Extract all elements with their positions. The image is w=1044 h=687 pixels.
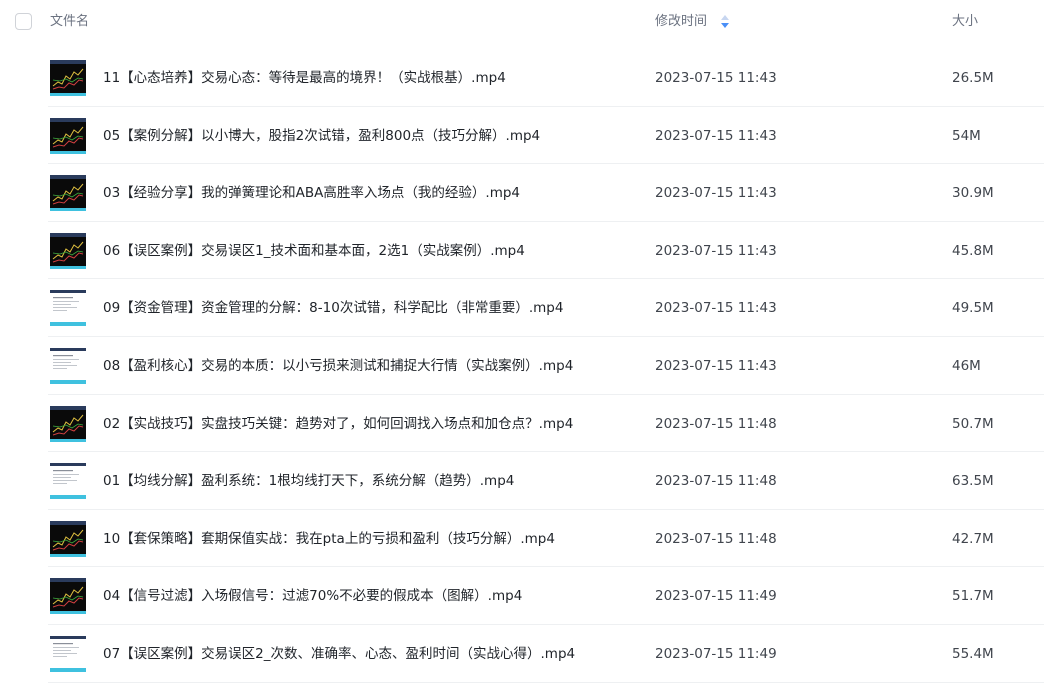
file-size: 49.5M xyxy=(952,300,994,317)
file-row[interactable]: 04【信号过滤】入场假信号：过滤70%不必要的假成本（图解）.mp4 2023-0… xyxy=(0,567,1044,625)
file-modified-time: 2023-07-15 11:43 xyxy=(655,185,777,202)
file-name[interactable]: 05【案例分解】以小博大，股指2次试错，盈利800点（技巧分解）.mp4 xyxy=(103,127,540,145)
list-header: 文件名 修改时间 大小 xyxy=(0,0,1044,44)
file-modified-time: 2023-07-15 11:43 xyxy=(655,70,777,86)
video-thumbnail-icon[interactable] xyxy=(50,578,86,615)
file-size: 63.5M xyxy=(952,473,994,490)
video-thumbnail-icon[interactable] xyxy=(50,636,86,672)
file-modified-time: 2023-07-15 11:48 xyxy=(655,530,777,547)
file-name[interactable]: 03【经验分享】我的弹簧理论和ABA高胜率入场点（我的经验）.mp4 xyxy=(103,184,520,202)
column-header-mtime[interactable]: 修改时间 xyxy=(655,13,707,31)
video-thumbnail-icon[interactable] xyxy=(50,348,86,384)
file-row[interactable]: 06【误区案例】交易误区1_技术面和基本面，2选1（实战案例）.mp4 2023-… xyxy=(0,222,1044,280)
file-name[interactable]: 08【盈利核心】交易的本质：以小亏损来测试和捕捉大行情（实战案例）.mp4 xyxy=(103,357,573,375)
file-modified-time: 2023-07-15 11:43 xyxy=(655,242,777,259)
video-thumbnail-icon[interactable] xyxy=(50,520,86,557)
file-row[interactable]: 08【盈利核心】交易的本质：以小亏损来测试和捕捉大行情（实战案例）.mp4 202… xyxy=(0,337,1044,395)
file-modified-time: 2023-07-15 11:49 xyxy=(655,588,777,605)
video-thumbnail-icon[interactable] xyxy=(50,117,86,154)
file-size: 42.7M xyxy=(952,530,994,547)
file-modified-time: 2023-07-15 11:43 xyxy=(655,358,777,374)
file-name[interactable]: 09【资金管理】资金管理的分解：8-10次试错，科学配比（非常重要）.mp4 xyxy=(103,299,563,317)
video-thumbnail-icon[interactable] xyxy=(50,290,86,327)
file-name[interactable]: 01【均线分解】盈利系统：1根均线打天下，系统分解（趋势）.mp4 xyxy=(103,472,514,490)
select-all-checkbox[interactable] xyxy=(15,13,32,30)
file-size: 46M xyxy=(952,358,981,374)
file-size: 30.9M xyxy=(952,185,994,202)
video-thumbnail-icon[interactable] xyxy=(50,463,86,500)
file-name[interactable]: 04【信号过滤】入场假信号：过滤70%不必要的假成本（图解）.mp4 xyxy=(103,587,522,605)
file-row[interactable]: 09【资金管理】资金管理的分解：8-10次试错，科学配比（非常重要）.mp4 20… xyxy=(0,279,1044,337)
file-name[interactable]: 07【误区案例】交易误区2_次数、准确率、心态、盈利时间（实战心得）.mp4 xyxy=(103,645,575,663)
file-name[interactable]: 10【套保策略】套期保值实战：我在pta上的亏损和盈利（技巧分解）.mp4 xyxy=(103,530,555,548)
file-row[interactable]: 02【实战技巧】实盘技巧关键：趋势对了，如何回调找入场点和加仓点？.mp4 202… xyxy=(0,395,1044,453)
file-modified-time: 2023-07-15 11:48 xyxy=(655,415,777,432)
file-size: 54M xyxy=(952,127,981,144)
video-thumbnail-icon[interactable] xyxy=(50,405,86,442)
file-size: 51.7M xyxy=(952,588,994,605)
file-row[interactable]: 11【心态培养】交易心态：等待是最高的境界！（实战根基）.mp4 2023-07-… xyxy=(0,49,1044,107)
video-thumbnail-icon[interactable] xyxy=(50,60,86,96)
file-size: 45.8M xyxy=(952,242,994,259)
video-thumbnail-icon[interactable] xyxy=(50,175,86,212)
file-size: 55.4M xyxy=(952,646,994,662)
file-modified-time: 2023-07-15 11:43 xyxy=(655,127,777,144)
file-row[interactable]: 05【案例分解】以小博大，股指2次试错，盈利800点（技巧分解）.mp4 2023… xyxy=(0,107,1044,165)
file-list: 文件名 修改时间 大小 11【心态培养】交易心态：等待是最高的境界！（实战根基）… xyxy=(0,0,1044,687)
file-name[interactable]: 11【心态培养】交易心态：等待是最高的境界！（实战根基）.mp4 xyxy=(103,69,506,87)
file-row[interactable]: 10【套保策略】套期保值实战：我在pta上的亏损和盈利（技巧分解）.mp4 202… xyxy=(0,510,1044,568)
file-modified-time: 2023-07-15 11:49 xyxy=(655,646,777,662)
column-header-size[interactable]: 大小 xyxy=(952,13,978,31)
file-size: 50.7M xyxy=(952,415,994,432)
column-header-name[interactable]: 文件名 xyxy=(50,13,89,31)
file-name[interactable]: 02【实战技巧】实盘技巧关键：趋势对了，如何回调找入场点和加仓点？.mp4 xyxy=(103,415,573,433)
file-row[interactable]: 01【均线分解】盈利系统：1根均线打天下，系统分解（趋势）.mp4 2023-07… xyxy=(0,452,1044,510)
file-modified-time: 2023-07-15 11:48 xyxy=(655,473,777,490)
file-name[interactable]: 06【误区案例】交易误区1_技术面和基本面，2选1（实战案例）.mp4 xyxy=(103,242,525,260)
video-thumbnail-icon[interactable] xyxy=(50,232,86,269)
file-modified-time: 2023-07-15 11:43 xyxy=(655,300,777,317)
file-row[interactable]: 07【误区案例】交易误区2_次数、准确率、心态、盈利时间（实战心得）.mp4 20… xyxy=(0,625,1044,683)
file-size: 26.5M xyxy=(952,70,994,86)
sort-icon[interactable] xyxy=(720,14,730,30)
row-divider xyxy=(48,681,1044,683)
file-row[interactable]: 03【经验分享】我的弹簧理论和ABA高胜率入场点（我的经验）.mp4 2023-0… xyxy=(0,164,1044,222)
